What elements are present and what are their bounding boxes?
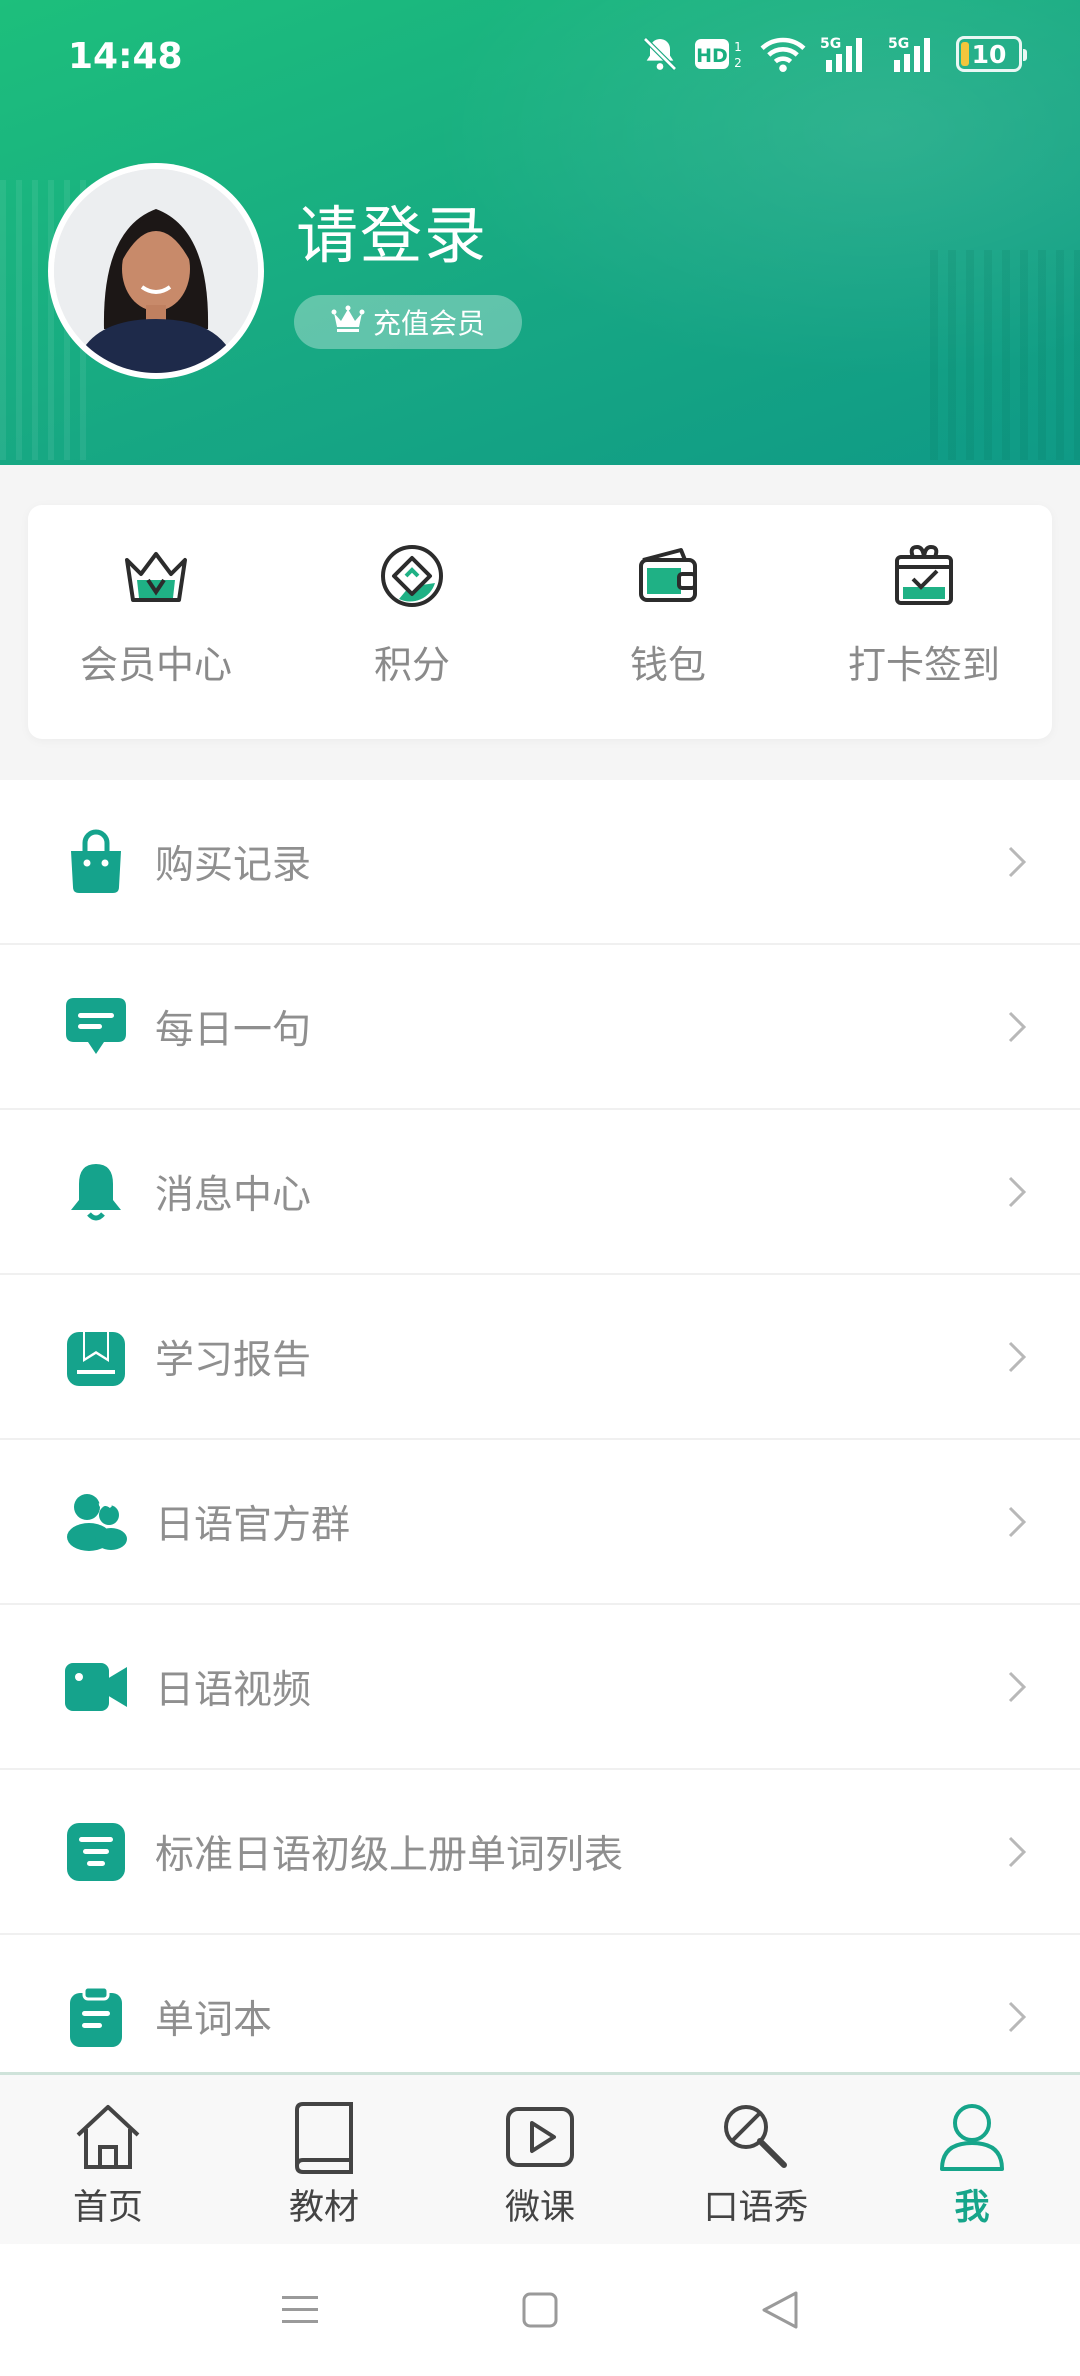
status-icons: HD 1 2 5G 5G 10 [640, 34, 1027, 74]
chevron-right-icon [1002, 1832, 1032, 1872]
status-time: 14:48 [68, 36, 183, 77]
battery-level: 10 [971, 39, 1007, 69]
tab-label: 首页 [72, 2188, 143, 2228]
avatar[interactable] [48, 163, 264, 379]
menu-item-japanese-video[interactable]: 日语视频 [0, 1605, 1080, 1770]
chevron-right-icon [1002, 1997, 1032, 2037]
mute-bell-icon [640, 34, 680, 74]
vip-badge-label: 充值会员 [372, 307, 485, 340]
wifi-icon [760, 35, 806, 73]
header-stripes-right [930, 250, 1080, 460]
chevron-right-icon [1002, 842, 1032, 882]
tab-label: 教材 [288, 2188, 359, 2228]
tab-textbook[interactable]: 教材 [216, 2075, 432, 2244]
menu-icon[interactable] [270, 2280, 330, 2340]
user-icon [932, 2097, 1012, 2177]
menu-item-official-group[interactable]: 日语官方群 [0, 1440, 1080, 1605]
quick-member-center[interactable]: 会员中心 [28, 505, 284, 739]
svg-text:5G: 5G [820, 36, 841, 52]
checkin-gift-icon [888, 540, 960, 612]
bottom-tab-bar: 首页 教材 微课 口语秀 我 [0, 2072, 1080, 2244]
menu-label: 单词本 [155, 1997, 273, 2043]
tab-home[interactable]: 首页 [0, 2075, 216, 2244]
tab-micro-course[interactable]: 微课 [432, 2075, 648, 2244]
video-camera-icon [60, 1651, 132, 1723]
5g-signal-icon: 5G [820, 34, 874, 74]
chat-bubble-icon [60, 991, 132, 1063]
crown-small-icon [331, 305, 365, 340]
status-bar: 14:48 HD 1 2 5G 5G 10 [0, 0, 1080, 120]
tab-speaking-show[interactable]: 口语秀 [648, 2075, 864, 2244]
menu-item-vocab-list[interactable]: 标准日语初级上册单词列表 [0, 1770, 1080, 1935]
vip-recharge-badge[interactable]: 充值会员 [294, 295, 522, 349]
quick-label: 积分 [373, 643, 450, 687]
quick-label: 会员中心 [79, 643, 232, 687]
login-title[interactable]: 请登录 [296, 185, 488, 275]
menu-item-study-report[interactable]: 学习报告 [0, 1275, 1080, 1440]
clipboard-icon [60, 1981, 132, 2053]
wallet-icon [632, 540, 704, 612]
battery-icon: 10 [956, 36, 1027, 72]
menu-label: 学习报告 [155, 1337, 312, 1383]
hd-volte-icon: HD 1 2 [694, 36, 746, 72]
shopping-bag-icon [60, 826, 132, 898]
home-square-icon[interactable] [510, 2280, 570, 2340]
avatar-photo [54, 169, 258, 373]
tab-label: 我 [954, 2188, 990, 2228]
points-diamond-icon [376, 540, 448, 612]
quick-label: 钱包 [629, 643, 706, 687]
tab-label: 口语秀 [703, 2188, 809, 2228]
quick-checkin[interactable]: 打卡签到 [796, 505, 1052, 739]
chevron-right-icon [1002, 1172, 1032, 1212]
tab-label: 微课 [504, 2188, 575, 2228]
5g-signal-icon: 5G [888, 34, 942, 74]
svg-text:2: 2 [734, 56, 742, 70]
play-icon [500, 2097, 580, 2177]
svg-text:1: 1 [734, 40, 742, 54]
crown-icon [120, 540, 192, 612]
menu-label: 日语官方群 [155, 1502, 351, 1548]
chevron-right-icon [1002, 1502, 1032, 1542]
menu-item-purchase-history[interactable]: 购买记录 [0, 780, 1080, 945]
quick-label: 打卡签到 [847, 643, 1000, 687]
menu-label: 日语视频 [155, 1667, 312, 1713]
list-doc-icon [60, 1816, 132, 1888]
system-nav-bar [0, 2244, 1080, 2376]
back-triangle-icon[interactable] [750, 2280, 810, 2340]
quick-wallet[interactable]: 钱包 [540, 505, 796, 739]
svg-text:5G: 5G [888, 36, 909, 52]
svg-text:HD: HD [696, 45, 728, 67]
report-book-icon [60, 1321, 132, 1393]
home-icon [68, 2097, 148, 2177]
quick-points[interactable]: 积分 [284, 505, 540, 739]
tab-me[interactable]: 我 [864, 2075, 1080, 2244]
book-icon [284, 2097, 364, 2177]
chevron-right-icon [1002, 1667, 1032, 1707]
menu-label: 消息中心 [155, 1172, 312, 1218]
chevron-right-icon [1002, 1007, 1032, 1047]
menu-item-daily-sentence[interactable]: 每日一句 [0, 945, 1080, 1110]
menu-label: 购买记录 [155, 842, 312, 888]
group-users-icon [60, 1486, 132, 1558]
menu-list: 购买记录 每日一句 消息中心 学习报告 日语官方群 日语视频 标准日语初级上册单… [0, 780, 1080, 2100]
chevron-right-icon [1002, 1337, 1032, 1377]
bell-icon [60, 1156, 132, 1228]
microphone-icon [716, 2097, 796, 2177]
profile-header: 14:48 HD 1 2 5G 5G 10 请登录 充值会员 [0, 0, 1080, 465]
menu-label: 标准日语初级上册单词列表 [155, 1832, 624, 1878]
menu-label: 每日一句 [155, 1007, 312, 1053]
quick-actions-card: 会员中心 积分 钱包 打卡签到 [28, 505, 1052, 739]
menu-item-message-center[interactable]: 消息中心 [0, 1110, 1080, 1275]
